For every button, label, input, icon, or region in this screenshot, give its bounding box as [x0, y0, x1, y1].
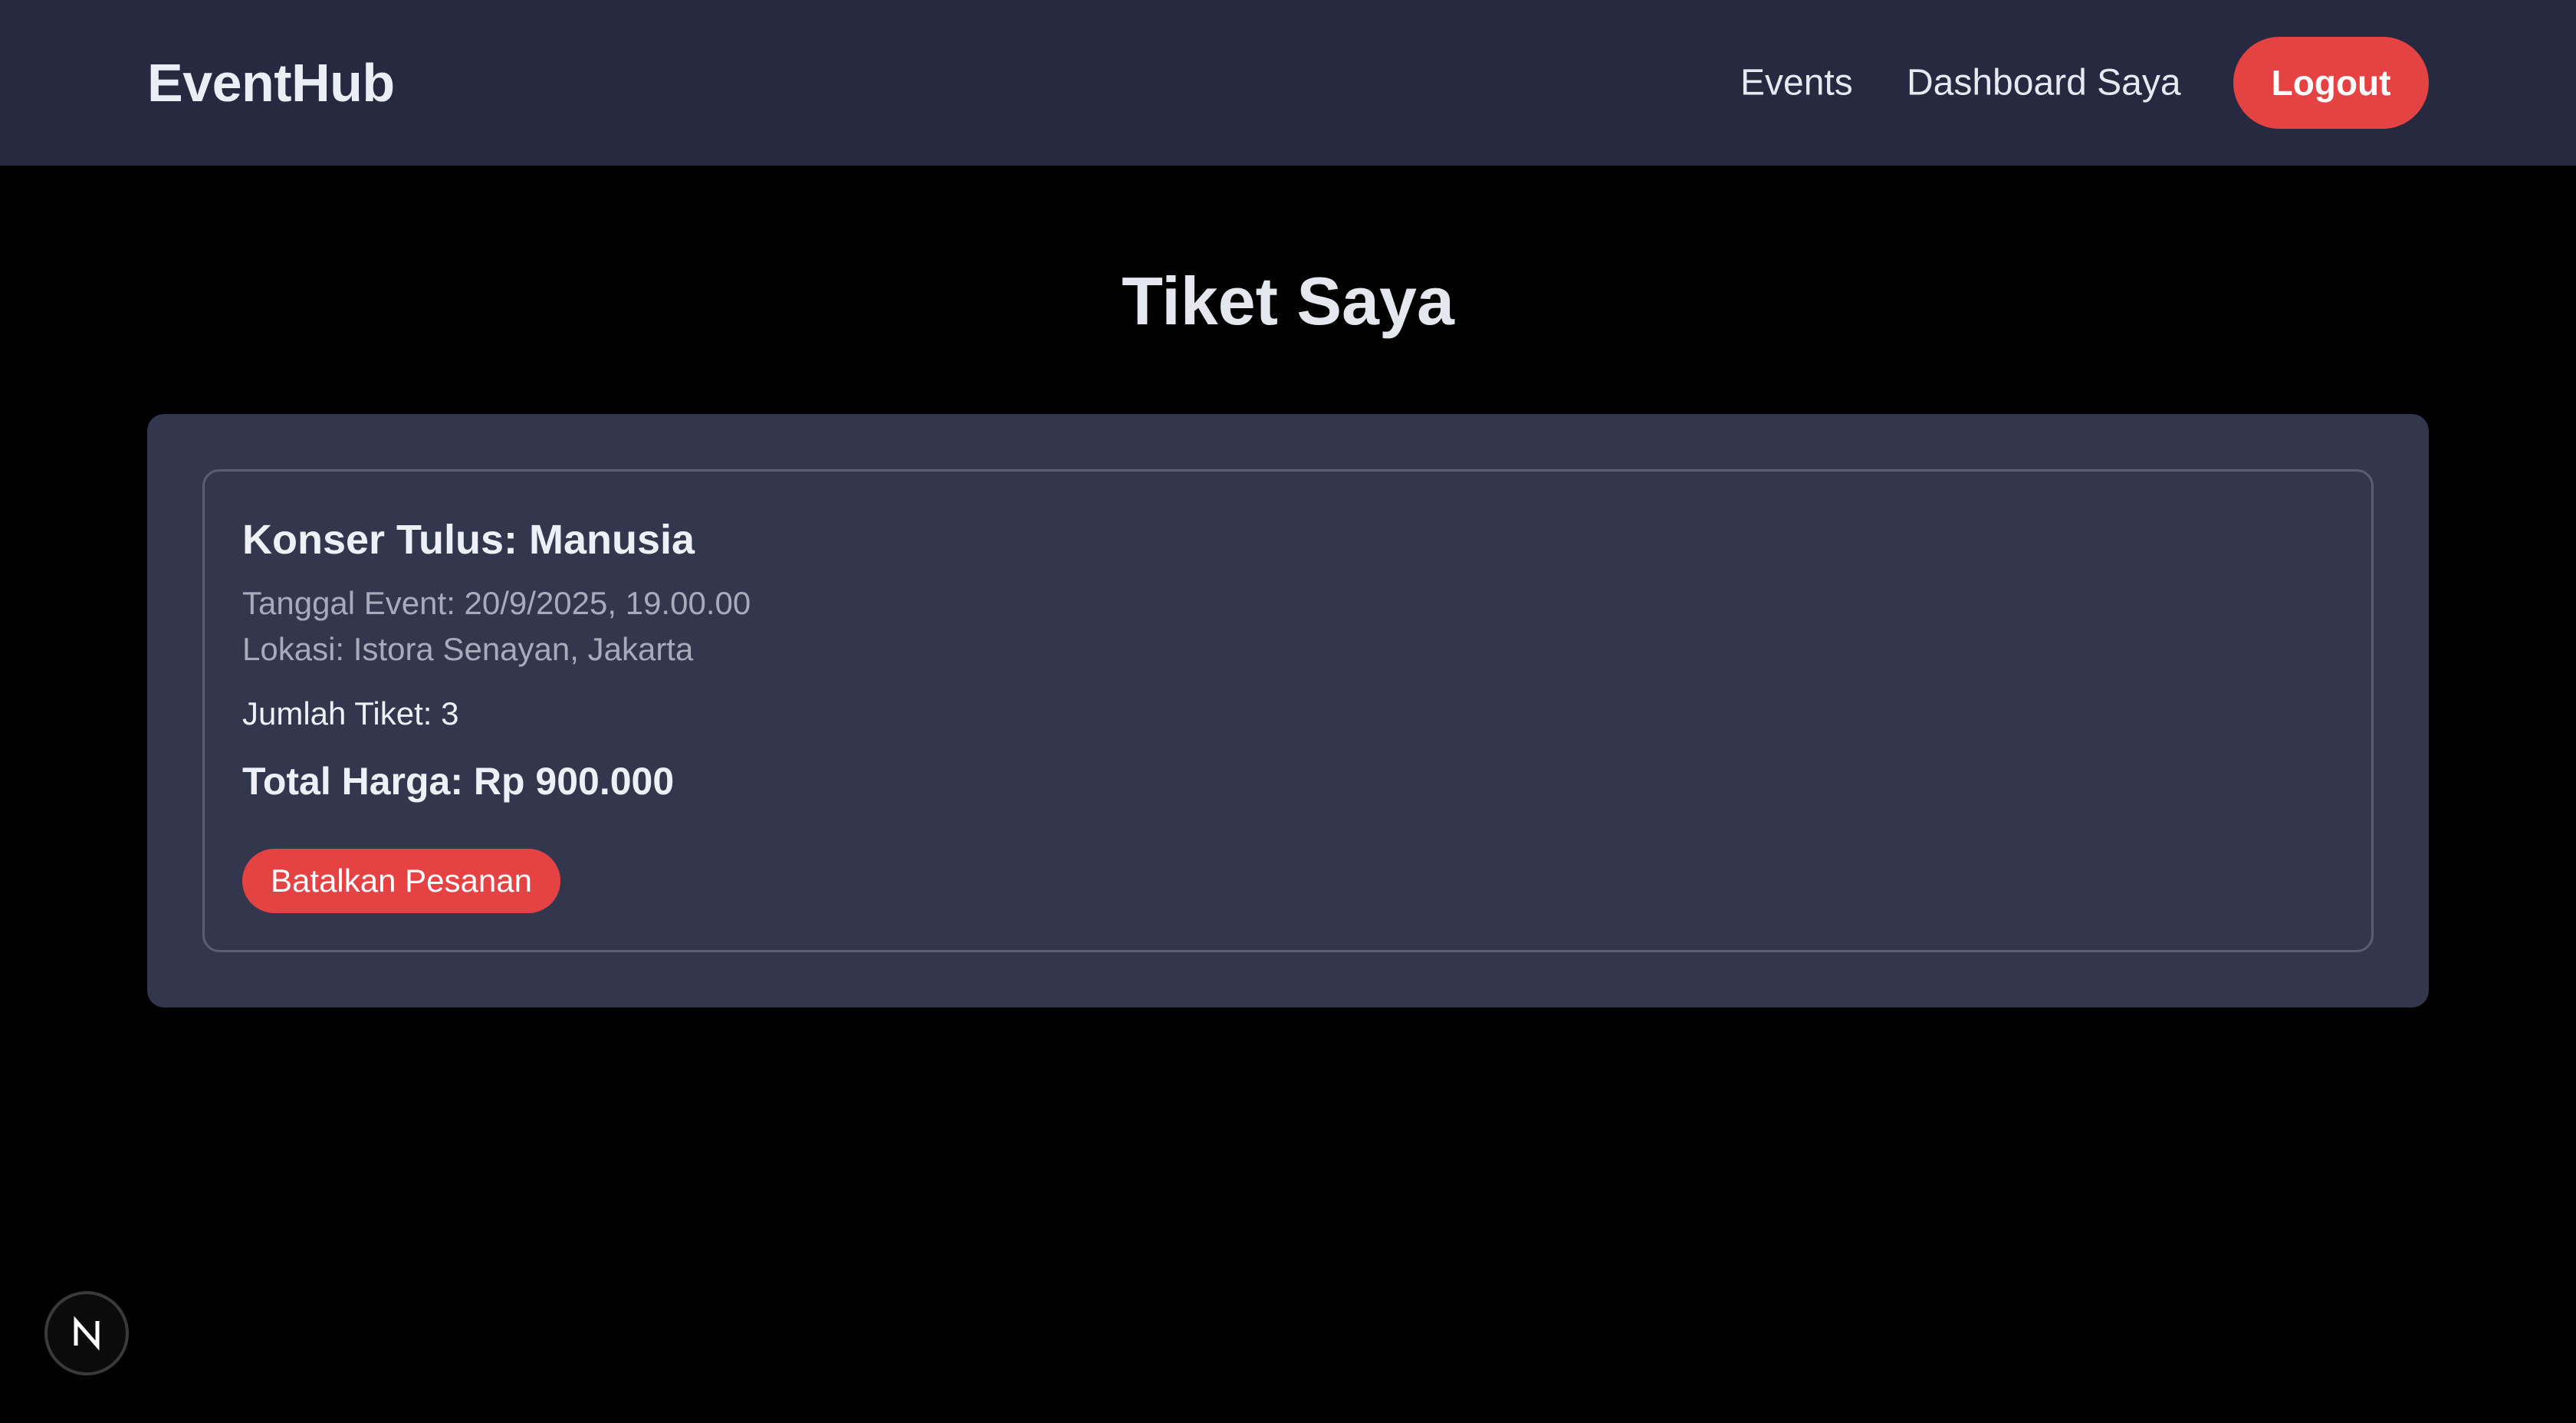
top-navbar: EventHub Events Dashboard Saya Logout [0, 0, 2576, 166]
tickets-panel: Konser Tulus: Manusia Tanggal Event: 20/… [147, 414, 2429, 1007]
ticket-total-price: Total Harga: Rp 900.000 [242, 760, 675, 803]
nextjs-n-icon [74, 1316, 100, 1351]
nextjs-dev-indicator-button[interactable] [44, 1291, 129, 1375]
page-title: Tiket Saya [1122, 263, 1454, 339]
ticket-quantity: Jumlah Tiket: 3 [242, 695, 459, 731]
ticket-event-name: Konser Tulus: Manusia [242, 517, 695, 563]
cancel-order-button[interactable]: Batalkan Pesanan [242, 849, 560, 913]
nav-link-events[interactable]: Events [1740, 62, 1853, 104]
logout-button[interactable]: Logout [2233, 37, 2429, 129]
nav-link-dashboard[interactable]: Dashboard Saya [1907, 62, 2181, 104]
ticket-card: Konser Tulus: Manusia Tanggal Event: 20/… [202, 469, 2374, 952]
ticket-event-date: Tanggal Event: 20/9/2025, 19.00.00 [242, 585, 751, 621]
brand-logo[interactable]: EventHub [147, 52, 395, 113]
ticket-event-location: Lokasi: Istora Senayan, Jakarta [242, 631, 694, 667]
